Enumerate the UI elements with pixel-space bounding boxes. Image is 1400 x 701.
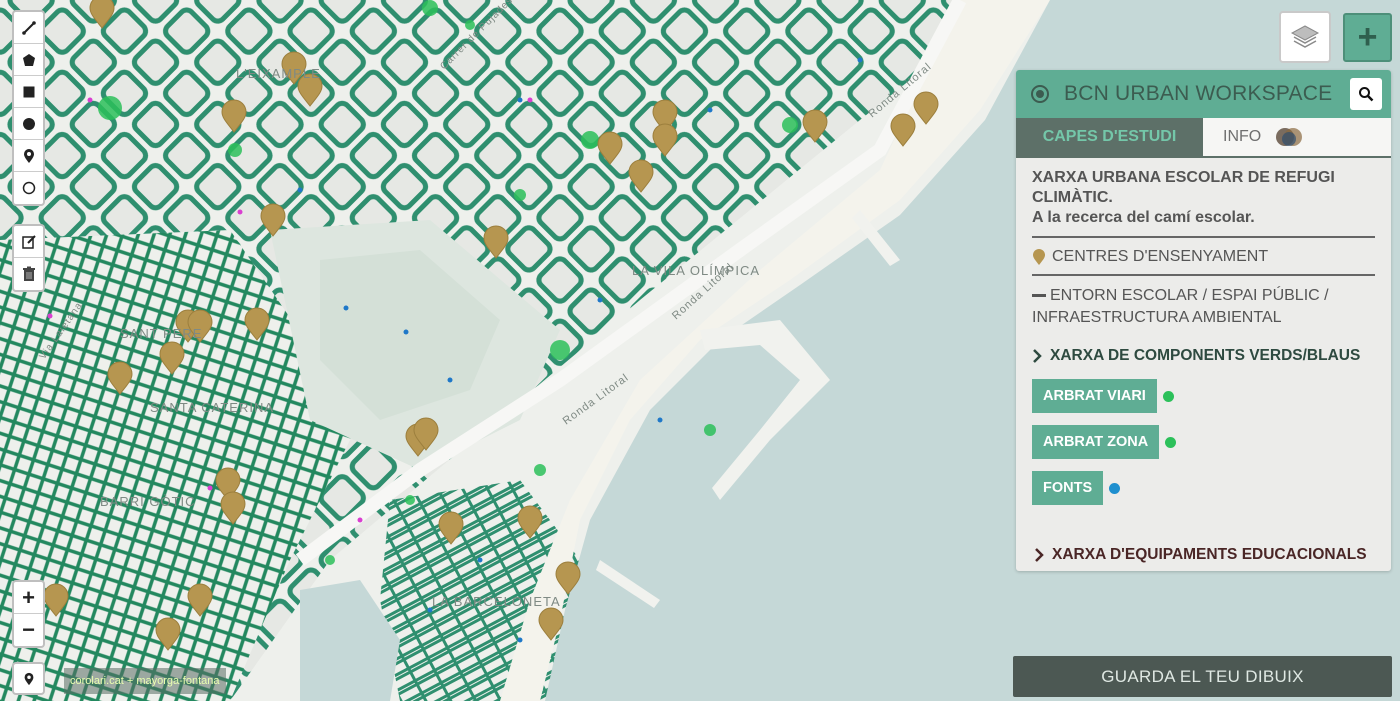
draw-polygon-button[interactable]	[14, 44, 43, 76]
panel-tabs: CAPES D'ESTUDI INFO	[1016, 118, 1391, 158]
tab-capes-estudi[interactable]: CAPES D'ESTUDI	[1016, 118, 1203, 156]
map-label-santa-caterina: SANTA CATERINA	[150, 400, 274, 415]
locate-button[interactable]	[12, 662, 45, 695]
side-panel: BCN URBAN WORKSPACE CAPES D'ESTUDI INFO …	[1016, 70, 1391, 571]
add-button[interactable]: +	[1343, 13, 1392, 62]
draw-circle-button[interactable]	[14, 108, 43, 140]
polygon-icon	[22, 53, 35, 66]
layers-button[interactable]	[1279, 11, 1331, 63]
legend-schools-label: CENTRES D'ENSENYAMENT	[1052, 248, 1269, 265]
zoom-control: + −	[12, 580, 45, 648]
location-pin-icon	[24, 672, 33, 685]
section-educational-label: XARXA D'EQUIPAMENTS EDUCACIONALS	[1052, 546, 1367, 563]
zoom-out-button[interactable]: −	[14, 614, 43, 646]
intro-title: XARXA URBANA ESCOLAR DE REFUGI CLIMÀTIC.	[1032, 169, 1335, 206]
layer-arbrat-viari-button[interactable]: ARBRAT VIARI	[1032, 379, 1157, 413]
layer-dot-arbrat-viari	[1162, 390, 1174, 402]
draw-toolbar	[12, 10, 45, 206]
map-label-barri-gotic: BARRI GÒTIC	[100, 494, 196, 509]
legend-environment: ENTORN ESCOLAR / ESPAI PÚBLIC / INFRAEST…	[1032, 276, 1375, 339]
layer-arbrat-zona-button[interactable]: ARBRAT ZONA	[1032, 425, 1160, 459]
layers-icon	[1290, 25, 1320, 48]
zoom-in-button[interactable]: +	[14, 582, 43, 614]
layer-row-fonts: FONTS	[1032, 471, 1375, 505]
tab-info[interactable]: INFO	[1203, 118, 1391, 156]
panel-intro: XARXA URBANA ESCOLAR DE REFUGI CLIMÀTIC.…	[1032, 168, 1375, 238]
chevron-right-icon	[1035, 548, 1044, 562]
marker-icon	[23, 148, 34, 163]
layer-dot-fonts	[1109, 482, 1121, 494]
app-title: BCN URBAN WORKSPACE	[1064, 82, 1333, 105]
section-educational[interactable]: XARXA D'EQUIPAMENTS EDUCACIONALS	[1034, 546, 1367, 564]
tab-info-label: INFO	[1223, 128, 1262, 145]
school-pin-icon	[1033, 249, 1045, 265]
draw-circle-marker-button[interactable]	[14, 172, 43, 204]
edit-layers-button[interactable]	[14, 226, 43, 258]
map-attribution[interactable]: corolari.cat + mayorga-fontana	[64, 668, 226, 694]
map-label-eixample: L'EIXAMPLE	[236, 66, 321, 81]
save-drawing-button[interactable]: GUARDA EL TEU DIBUIX	[1013, 656, 1392, 697]
dash-icon	[1032, 294, 1046, 298]
edit-toolbar	[12, 224, 45, 292]
plus-icon: +	[1357, 18, 1378, 56]
layer-row-arbrat-viari: ARBRAT VIARI	[1032, 379, 1375, 413]
search-icon	[1359, 87, 1374, 102]
chevron-right-icon	[1033, 349, 1042, 363]
draw-polyline-button[interactable]	[14, 12, 43, 44]
polyline-icon	[21, 20, 36, 35]
panel-header: BCN URBAN WORKSPACE	[1016, 70, 1391, 118]
panel-content: XARXA URBANA ESCOLAR DE REFUGI CLIMÀTIC.…	[1016, 158, 1391, 505]
draw-rectangle-button[interactable]	[14, 76, 43, 108]
map-label-sant-pere: SANT PERE	[120, 326, 202, 341]
delete-layers-button[interactable]	[14, 258, 43, 290]
circle-icon	[22, 117, 35, 130]
layer-dot-arbrat-zona	[1165, 436, 1177, 448]
draw-marker-button[interactable]	[14, 140, 43, 172]
target-icon	[1031, 85, 1049, 103]
map-label-barceloneta: LA BARCELONETA	[432, 594, 561, 609]
edit-icon	[21, 234, 36, 249]
info-circles-icon	[1276, 128, 1303, 146]
trash-icon	[22, 266, 35, 281]
search-button[interactable]	[1350, 78, 1382, 110]
map-label-vila-olimpica: LA VILA OLÍMPICA	[632, 263, 760, 278]
legend-schools: CENTRES D'ENSENYAMENT	[1032, 238, 1375, 276]
layer-buttons: ARBRAT VIARI ARBRAT ZONA FONTS	[1032, 379, 1375, 505]
circle-marker-icon	[22, 181, 35, 195]
layer-fonts-button[interactable]: FONTS	[1032, 471, 1104, 505]
intro-subtitle: A la recerca del camí escolar.	[1032, 209, 1255, 226]
layer-row-arbrat-zona: ARBRAT ZONA	[1032, 425, 1375, 459]
rectangle-icon	[23, 86, 34, 97]
section-green-blue[interactable]: XARXA DE COMPONENTS VERDS/BLAUS	[1032, 347, 1375, 365]
section-green-blue-label: XARXA DE COMPONENTS VERDS/BLAUS	[1050, 347, 1361, 364]
legend-environment-label: ENTORN ESCOLAR / ESPAI PÚBLIC / INFRAEST…	[1032, 287, 1329, 326]
